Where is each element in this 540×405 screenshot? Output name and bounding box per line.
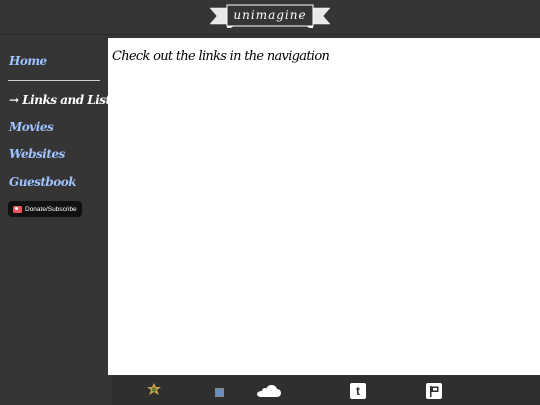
sidebar-item-websites[interactable]: Websites <box>9 147 65 161</box>
sidebar-item-home[interactable]: Home <box>9 54 47 68</box>
soundcloud-icon[interactable] <box>257 385 281 397</box>
nav-divider <box>8 80 100 81</box>
main-content: Check out the links in the navigation <box>108 38 540 375</box>
sidebar-item-links-and-lists[interactable]: → Links and Lists <box>9 93 117 107</box>
sidebar-item-movies[interactable]: Movies <box>9 120 54 134</box>
site-logo-banner[interactable]: unimagine <box>210 4 330 28</box>
sidebar-item-guestbook[interactable]: Guestbook <box>9 175 77 189</box>
donate-label: Donate/Subscribe <box>25 205 77 213</box>
tumblr-icon[interactable]: t <box>350 383 366 399</box>
site-logo-text: unimagine <box>233 8 307 22</box>
sidebar-nav: Home → Links and Lists Movies Websites G… <box>0 38 117 405</box>
flag-icon[interactable] <box>426 383 442 399</box>
donate-icon <box>13 205 22 213</box>
donate-subscribe-button[interactable]: Donate/Subscribe <box>8 201 82 217</box>
broken-image-icon[interactable] <box>215 388 224 397</box>
footer-bar: t <box>112 375 540 405</box>
game-badge-icon[interactable] <box>146 383 162 397</box>
flag-glyph <box>430 386 439 397</box>
page-message: Check out the links in the navigation <box>112 49 330 64</box>
header-bar: unimagine <box>0 0 540 35</box>
